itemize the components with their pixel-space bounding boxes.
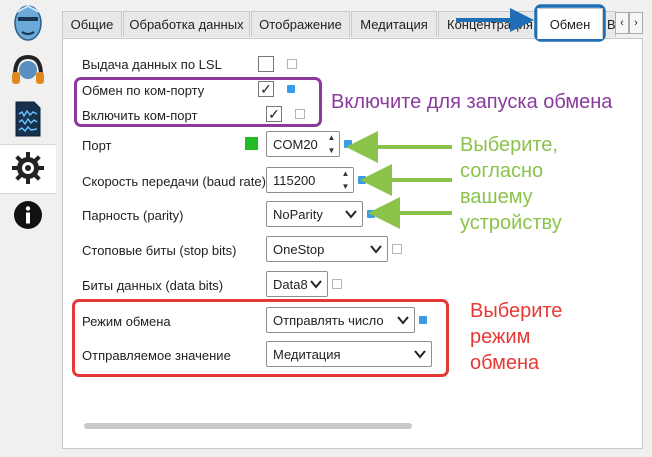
tab-exchange[interactable]: Обмен (537, 8, 603, 39)
annotation-arrows (346, 4, 606, 229)
